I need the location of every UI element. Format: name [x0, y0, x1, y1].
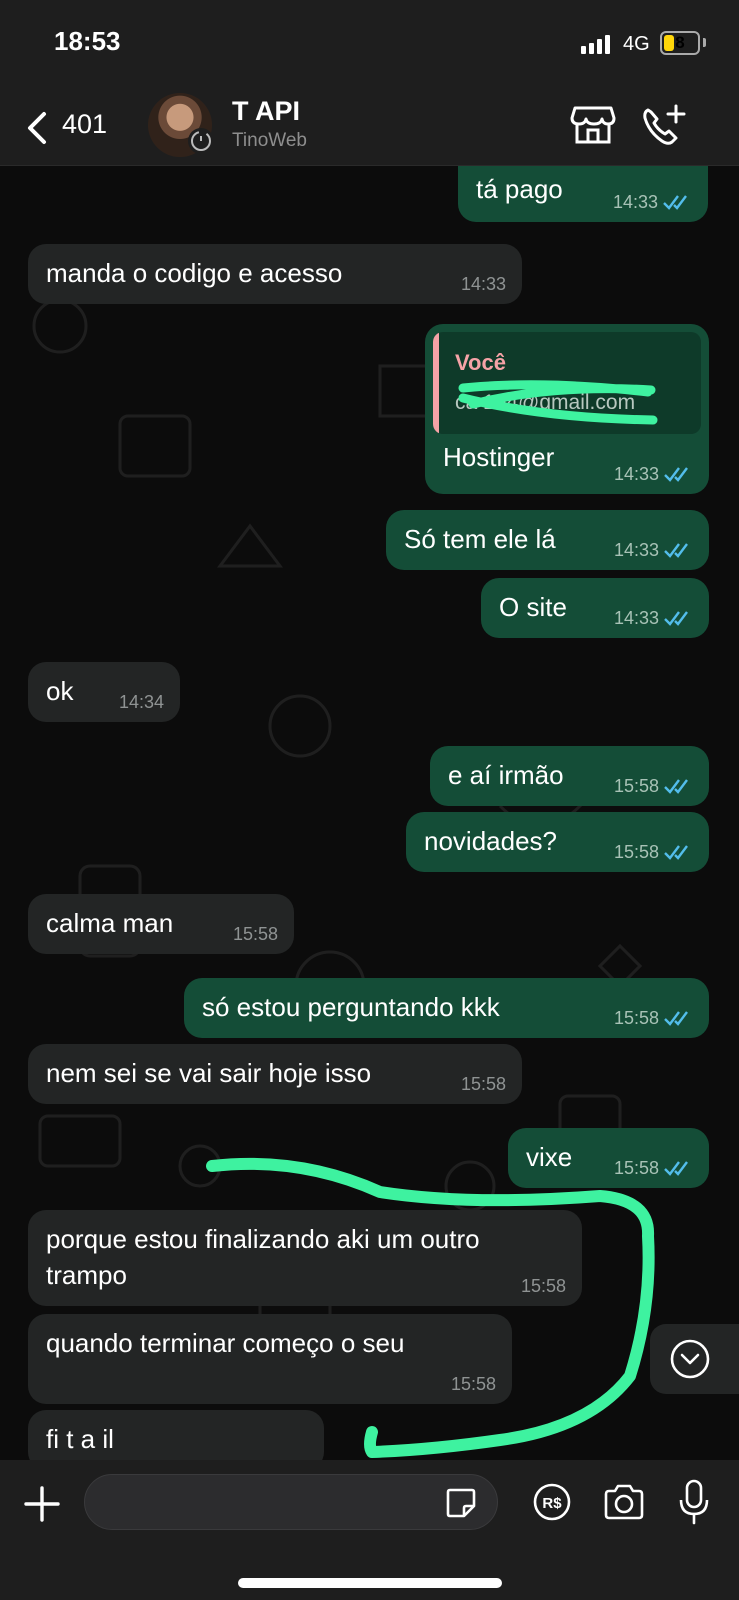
scroll-to-bottom-button[interactable] — [650, 1324, 739, 1394]
message-meta: 14:33 — [614, 464, 693, 484]
message-list[interactable]: tá pago 14:33 manda o codigo e acesso 14… — [0, 166, 739, 1460]
message-text: vixe — [526, 1142, 573, 1172]
message-meta: 14:33 — [613, 192, 692, 212]
message-bubble[interactable]: e aí irmão 15:58 — [430, 746, 709, 806]
quoted-message[interactable]: Você ca 194@gmail.com — [433, 332, 701, 434]
message-time: 15:58 — [613, 1008, 659, 1028]
sticker-icon[interactable] — [444, 1486, 478, 1520]
battery-icon: 8 — [660, 31, 700, 55]
message-text: novidades? — [424, 826, 557, 856]
timer-badge-icon — [188, 128, 214, 154]
chat-header: 401 T API TinoWeb — [0, 90, 739, 166]
message-text: ok — [46, 676, 74, 706]
message-bubble[interactable]: calma man 15:58 — [28, 894, 294, 954]
message-meta: 15:58 — [521, 1276, 566, 1296]
message-text: quando terminar começo o seu — [46, 1328, 405, 1358]
message-meta: 15:58 — [614, 1158, 693, 1178]
battery-level: 8 — [675, 33, 685, 52]
contact-subtitle[interactable]: TinoWeb — [232, 130, 307, 152]
message-time: 15:58 — [613, 776, 659, 796]
message-text: só estou perguntando kkk — [202, 992, 500, 1022]
double-check-icon — [664, 779, 688, 794]
message-bubble[interactable]: vixe 15:58 — [508, 1128, 709, 1188]
battery-tip — [703, 38, 706, 47]
contact-name[interactable]: T API — [232, 96, 300, 127]
message-meta: 15:58 — [233, 924, 278, 944]
message-time: 14:33 — [612, 192, 658, 212]
message-time: 15:58 — [450, 1374, 496, 1394]
message-text: nem sei se vai sair hoje isso — [46, 1058, 372, 1088]
message-time: 14:33 — [613, 540, 659, 560]
camera-icon[interactable] — [602, 1482, 646, 1522]
message-bubble[interactable]: O site 14:33 — [481, 578, 709, 638]
composer-bar: R$ — [0, 1460, 739, 1600]
message-text: manda o codigo e acesso — [46, 258, 343, 288]
message-text: O site — [499, 592, 567, 622]
message-bubble[interactable]: manda o codigo e acesso 14:33 — [28, 244, 522, 304]
double-check-icon — [664, 845, 688, 860]
message-time: 14:33 — [460, 274, 506, 294]
status-bar: 18:53 4G 8 — [0, 0, 739, 90]
svg-text:R$: R$ — [542, 1495, 562, 1512]
message-meta: 15:58 — [614, 776, 693, 796]
message-text: tá pago — [476, 174, 563, 204]
message-meta: 15:58 — [614, 1008, 693, 1028]
message-bubble[interactable]: quando terminar começo o seu 15:58 — [28, 1314, 512, 1404]
message-meta: 14:34 — [119, 692, 164, 712]
message-bubble[interactable]: Só tem ele lá 14:33 — [386, 510, 709, 570]
message-text: Hostinger — [443, 442, 555, 472]
message-time: 14:33 — [613, 464, 659, 484]
home-indicator — [238, 1578, 502, 1588]
microphone-icon[interactable] — [676, 1478, 712, 1526]
message-time: 15:58 — [232, 924, 278, 944]
message-time: 14:34 — [118, 692, 164, 712]
pix-payment-icon[interactable]: R$ — [532, 1482, 572, 1522]
double-check-icon — [664, 543, 688, 558]
message-bubble[interactable]: ok 14:34 — [28, 662, 180, 722]
back-chevron-icon[interactable] — [22, 108, 62, 148]
message-meta: 14:33 — [461, 274, 506, 294]
message-input[interactable] — [84, 1474, 498, 1530]
message-time: 15:58 — [613, 842, 659, 862]
message-bubble[interactable]: nem sei se vai sair hoje isso 15:58 — [28, 1044, 522, 1104]
message-time: 15:58 — [460, 1074, 506, 1094]
chevron-down-icon — [670, 1339, 710, 1379]
double-check-icon — [664, 467, 688, 482]
message-meta: 15:58 — [461, 1074, 506, 1094]
message-meta: 15:58 — [451, 1374, 496, 1394]
plus-icon[interactable] — [20, 1482, 64, 1526]
double-check-icon — [663, 195, 687, 210]
message-bubble[interactable]: porque estou finalizando aki um outro tr… — [28, 1210, 582, 1306]
signal-icon — [581, 34, 610, 54]
add-call-icon[interactable] — [640, 102, 686, 148]
network-type: 4G — [623, 33, 650, 55]
unread-count[interactable]: 401 — [62, 109, 107, 140]
message-bubble[interactable]: só estou perguntando kkk 15:58 — [184, 978, 709, 1038]
message-bubble[interactable]: novidades? 15:58 — [406, 812, 709, 872]
message-time: 15:58 — [520, 1276, 566, 1296]
double-check-icon — [664, 1161, 688, 1176]
message-meta: 14:33 — [614, 540, 693, 560]
store-icon[interactable] — [570, 104, 616, 146]
message-time: 14:33 — [613, 608, 659, 628]
message-meta: 15:58 — [614, 842, 693, 862]
message-text: Só tem ele lá — [404, 524, 556, 554]
double-check-icon — [664, 611, 688, 626]
message-text: e aí irmão — [448, 760, 564, 790]
message-meta: 14:33 — [614, 608, 693, 628]
message-bubble[interactable]: Você ca 194@gmail.com Hostinger 14:33 — [425, 324, 709, 494]
message-bubble[interactable]: tá pago 14:33 — [458, 166, 708, 222]
message-text: fi t a il — [46, 1424, 114, 1454]
message-bubble[interactable]: fi t a il — [28, 1410, 324, 1460]
message-text-line2: trampo — [46, 1260, 127, 1290]
status-time: 18:53 — [54, 26, 121, 56]
message-text-line1: porque estou finalizando aki um outro — [46, 1224, 480, 1254]
message-text: calma man — [46, 908, 174, 938]
redaction-scribble — [458, 380, 658, 425]
message-time: 15:58 — [613, 1158, 659, 1178]
double-check-icon — [664, 1011, 688, 1026]
